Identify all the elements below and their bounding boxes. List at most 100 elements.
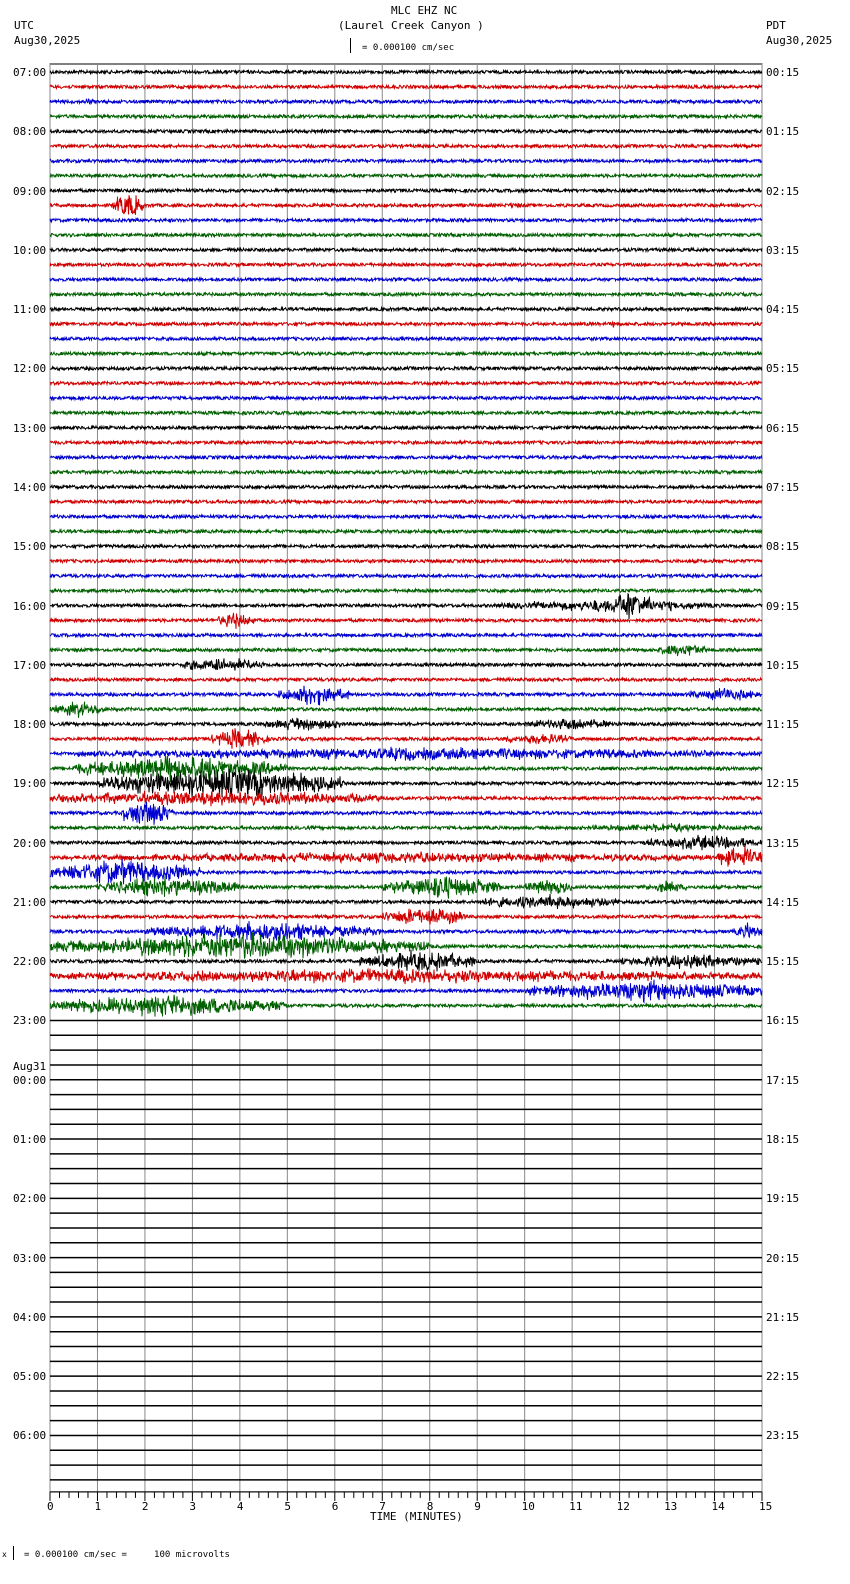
x-tick-label: 6 xyxy=(332,1500,339,1513)
seismic-trace xyxy=(50,995,762,1017)
seismic-trace xyxy=(50,613,762,629)
utc-hour-label: 20:00 xyxy=(13,837,46,850)
seismic-trace xyxy=(50,702,762,718)
seismic-trace xyxy=(50,337,762,340)
utc-hour-label: 03:00 xyxy=(13,1252,46,1265)
utc-hour-label: 08:00 xyxy=(13,125,46,138)
pdt-hour-label: 00:15 xyxy=(766,66,799,79)
footer-scale-bar-icon xyxy=(13,1546,15,1560)
seismic-trace xyxy=(50,70,762,73)
seismic-trace xyxy=(50,789,762,806)
x-tick-label: 5 xyxy=(284,1500,291,1513)
utc-hour-label: 06:00 xyxy=(13,1429,46,1442)
pdt-hour-label: 01:15 xyxy=(766,125,799,138)
seismic-trace xyxy=(50,515,762,518)
x-tick-label: 1 xyxy=(94,1500,101,1513)
seismic-trace xyxy=(50,823,762,832)
utc-hour-label: 13:00 xyxy=(13,422,46,435)
seismic-trace xyxy=(50,894,762,909)
pdt-hour-label: 06:15 xyxy=(766,422,799,435)
seismic-trace xyxy=(50,485,762,488)
pdt-hour-label: 09:15 xyxy=(766,600,799,613)
utc-hour-label: 21:00 xyxy=(13,896,46,909)
utc-hour-label: 04:00 xyxy=(13,1311,46,1324)
pdt-hour-label: 22:15 xyxy=(766,1370,799,1383)
utc-hour-label: 18:00 xyxy=(13,718,46,731)
x-tick-label: 14 xyxy=(712,1500,725,1513)
pdt-hour-label: 02:15 xyxy=(766,185,799,198)
pdt-hour-label: 05:15 xyxy=(766,362,799,375)
seismic-trace xyxy=(50,846,762,867)
x-tick-label: 13 xyxy=(664,1500,677,1513)
utc-hour-label: 23:00 xyxy=(13,1014,46,1027)
x-tick-label: 10 xyxy=(522,1500,535,1513)
x-tick-label: 9 xyxy=(474,1500,481,1513)
pdt-hour-label: 14:15 xyxy=(766,896,799,909)
seismic-trace xyxy=(50,634,762,637)
pdt-hour-label: 18:15 xyxy=(766,1133,799,1146)
utc-hour-label: 00:00 xyxy=(13,1074,46,1087)
x-tick-label: 15 xyxy=(759,1500,772,1513)
seismic-trace xyxy=(50,921,762,942)
seismic-trace xyxy=(50,411,762,414)
seismic-trace xyxy=(50,560,762,563)
seismic-trace xyxy=(50,574,762,577)
utc-hour-label: 05:00 xyxy=(13,1370,46,1383)
seismic-trace xyxy=(50,426,762,429)
pdt-hour-label: 17:15 xyxy=(766,1074,799,1087)
pdt-hour-label: 21:15 xyxy=(766,1311,799,1324)
seismic-trace xyxy=(50,441,762,444)
utc-hour-label: 17:00 xyxy=(13,659,46,672)
utc-hour-label: 07:00 xyxy=(13,66,46,79)
pdt-hour-label: 11:15 xyxy=(766,718,799,731)
date-change-label: Aug31 xyxy=(13,1060,46,1073)
seismic-trace xyxy=(50,950,762,972)
pdt-hour-label: 15:15 xyxy=(766,955,799,968)
seismic-trace xyxy=(50,85,762,88)
utc-hour-label: 09:00 xyxy=(13,185,46,198)
utc-hour-label: 12:00 xyxy=(13,362,46,375)
seismic-trace xyxy=(50,876,762,899)
pdt-hour-label: 07:15 xyxy=(766,481,799,494)
seismic-trace xyxy=(50,471,762,474)
utc-hour-label: 15:00 xyxy=(13,540,46,553)
pdt-hour-label: 03:15 xyxy=(766,244,799,257)
seismic-trace xyxy=(50,263,762,266)
pdt-hour-label: 19:15 xyxy=(766,1192,799,1205)
seismic-trace xyxy=(50,646,762,657)
seismic-trace xyxy=(50,500,762,503)
seismic-trace xyxy=(50,99,762,104)
x-tick-label: 12 xyxy=(617,1500,630,1513)
utc-hour-label: 14:00 xyxy=(13,481,46,494)
seismic-trace xyxy=(50,293,762,296)
seismic-trace xyxy=(50,308,762,311)
seismic-trace xyxy=(50,248,762,251)
seismic-trace xyxy=(50,367,762,370)
pdt-hour-label: 10:15 xyxy=(766,659,799,672)
utc-hour-label: 02:00 xyxy=(13,1192,46,1205)
seismic-trace xyxy=(50,686,762,706)
seismic-trace xyxy=(50,219,762,222)
pdt-hour-label: 13:15 xyxy=(766,837,799,850)
seismic-trace xyxy=(50,980,762,1003)
utc-hour-label: 16:00 xyxy=(13,600,46,613)
seismic-trace xyxy=(50,352,762,355)
utc-hour-label: 01:00 xyxy=(13,1133,46,1146)
seismic-trace xyxy=(50,530,762,533)
pdt-hour-label: 08:15 xyxy=(766,540,799,553)
pdt-hour-label: 16:15 xyxy=(766,1014,799,1027)
footer-mark: x xyxy=(2,1550,7,1559)
seismic-trace xyxy=(50,130,762,133)
utc-hour-label: 19:00 xyxy=(13,777,46,790)
pdt-hour-label: 23:15 xyxy=(766,1429,799,1442)
helicorder-plot xyxy=(0,0,850,1584)
pdt-hour-label: 04:15 xyxy=(766,303,799,316)
x-tick-label: 2 xyxy=(142,1500,149,1513)
x-axis-label: TIME (MINUTES) xyxy=(370,1510,463,1523)
seismic-trace xyxy=(50,969,762,985)
seismic-trace xyxy=(50,678,762,681)
seismic-trace xyxy=(50,909,762,925)
seismic-trace xyxy=(50,382,762,385)
seismic-trace xyxy=(50,159,762,162)
seismic-trace xyxy=(50,322,762,327)
